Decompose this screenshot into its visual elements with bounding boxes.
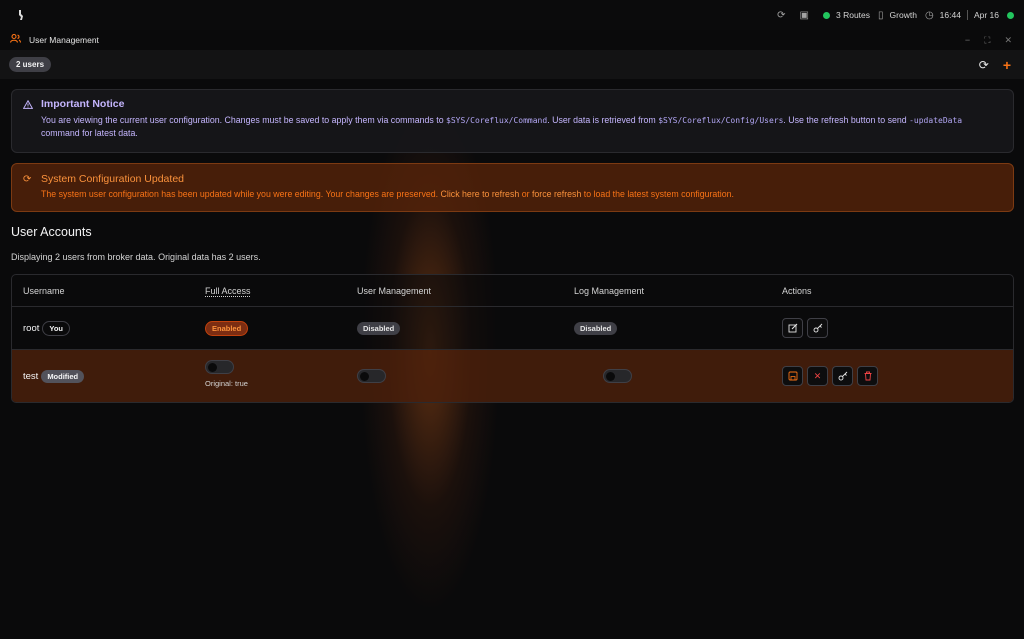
routes-count[interactable]: 3 Routes <box>836 10 870 20</box>
you-badge: You <box>42 320 70 336</box>
table-header: Username Full Access User Management Log… <box>12 275 1013 307</box>
notice-text-part: . Use the refresh button to send <box>783 115 910 125</box>
connection-status-icon <box>1007 11 1014 19</box>
clock-icon: ◷ <box>924 9 934 21</box>
notice-text-part: You are viewing the current user configu… <box>41 115 447 125</box>
config-topic: $SYS/Coreflux/Config/Users <box>658 116 784 125</box>
header-user-management: User Management <box>357 285 432 296</box>
window-titlebar: User Management − ⛶ ✕ <box>0 30 1024 50</box>
username: test <box>23 370 39 382</box>
minimize-icon[interactable]: − <box>965 35 970 46</box>
close-icon[interactable]: ✕ <box>1004 35 1012 46</box>
header-full-access[interactable]: Full Access <box>205 286 251 296</box>
delete-icon[interactable] <box>857 366 878 386</box>
header-actions: Actions <box>782 285 812 296</box>
log-management-status: Disabled <box>574 321 618 335</box>
banner-title: System Configuration Updated <box>41 173 184 185</box>
command-topic: $SYS/Coreflux/Command <box>446 116 548 125</box>
update-command: -updateData <box>909 116 963 125</box>
section-title: User Accounts <box>11 225 92 239</box>
banner-text-part: The system user configuration has been u… <box>41 189 441 199</box>
edit-icon[interactable] <box>782 318 803 338</box>
add-user-icon[interactable]: + <box>1003 57 1011 73</box>
row-actions <box>782 318 828 338</box>
users-icon <box>9 33 22 46</box>
plan-label[interactable]: Growth <box>890 10 917 20</box>
full-access-toggle[interactable] <box>205 360 234 374</box>
clock-time: 16:44 <box>939 10 961 20</box>
sync-icon[interactable]: ⟳ <box>777 10 785 21</box>
clock-date: Apr 16 <box>973 10 999 20</box>
notice-title: Important Notice <box>41 98 125 110</box>
app-logo-icon <box>16 9 28 21</box>
full-access-status: Enabled <box>205 320 249 336</box>
full-access-cell: Original: true <box>205 360 248 388</box>
warning-triangle-icon <box>22 99 34 112</box>
notice-text-part: . User data is retrieved from <box>547 115 659 125</box>
modified-badge: Modified <box>41 369 85 383</box>
cancel-icon[interactable]: ✕ <box>807 366 828 386</box>
toolbar: 2 users ⟳ + <box>0 50 1024 79</box>
banner-text: The system user configuration has been u… <box>41 189 1001 199</box>
config-updated-banner: ⟳ System Configuration Updated The syste… <box>11 163 1014 212</box>
header-log-management: Log Management <box>574 285 645 296</box>
refresh-icon[interactable]: ⟳ <box>979 58 989 72</box>
user-management-status: Disabled <box>357 321 401 335</box>
notice-text-part: command for latest data. <box>41 128 138 138</box>
window-title: User Management <box>29 35 99 45</box>
table-row: root You Enabled Disabled Disabled <box>12 307 1013 350</box>
log-management-toggle[interactable] <box>603 369 632 383</box>
divider <box>966 10 968 20</box>
status-dot-icon <box>822 11 830 19</box>
table-row: test Modified Original: true ✕ <box>12 350 1013 402</box>
refresh-link[interactable]: Click here to refresh <box>441 189 520 199</box>
top-bar: ⟳ ▣ 3 Routes ▯ Growth ◷ 16:44 Apr 16 <box>0 0 1024 30</box>
important-notice: Important Notice You are viewing the cur… <box>11 89 1014 153</box>
document-icon: ▯ <box>878 9 884 21</box>
username-cell: test Modified <box>23 369 85 383</box>
banner-text-part: or <box>519 189 532 199</box>
key-icon[interactable] <box>832 366 853 386</box>
banner-text-part: to load the latest system configuration. <box>581 189 734 199</box>
section-subtitle: Displaying 2 users from broker data. Ori… <box>11 252 261 262</box>
layout-icon[interactable]: ▣ <box>800 10 809 21</box>
user-count-badge: 2 users <box>9 57 52 72</box>
main-content: Important Notice You are viewing the cur… <box>11 89 1014 403</box>
save-icon[interactable] <box>782 366 803 386</box>
force-refresh-link[interactable]: force refresh <box>532 189 581 199</box>
header-username: Username <box>23 285 65 296</box>
username: root <box>23 322 40 334</box>
maximize-icon[interactable]: ⛶ <box>984 35 990 46</box>
row-actions: ✕ <box>782 366 878 386</box>
sync-alert-icon: ⟳ <box>23 174 32 185</box>
original-value: Original: true <box>205 379 248 388</box>
user-table: Username Full Access User Management Log… <box>11 274 1014 403</box>
username-cell: root You <box>23 320 70 336</box>
user-management-toggle[interactable] <box>357 369 386 383</box>
key-icon[interactable] <box>807 318 828 338</box>
notice-text: You are viewing the current user configu… <box>41 114 1001 140</box>
